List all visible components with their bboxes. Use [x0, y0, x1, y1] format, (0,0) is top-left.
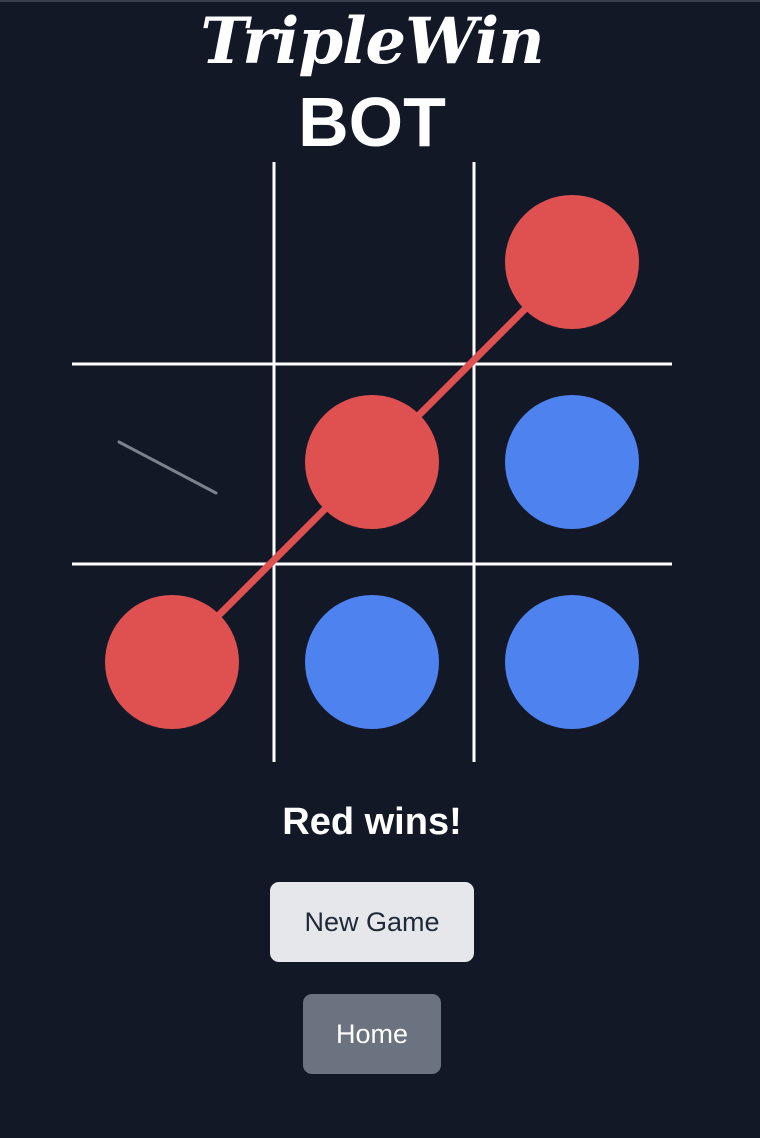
app-logo: TripleWin [200, 4, 544, 79]
board-cell-3-3[interactable] [472, 562, 672, 762]
game-board [72, 162, 672, 762]
board-cell-1-3[interactable] [472, 162, 672, 362]
home-button[interactable]: Home [303, 994, 441, 1074]
page-subtitle: BOT [298, 83, 446, 161]
board-cell-2-3[interactable] [472, 362, 672, 562]
board-cell-2-2[interactable] [272, 362, 472, 562]
board-cell-2-1[interactable] [72, 362, 272, 562]
board-cell-1-1[interactable] [72, 162, 272, 362]
board-cell-3-2[interactable] [272, 562, 472, 762]
board-cell-3-1[interactable] [72, 562, 272, 762]
game-status: Red wins! [282, 801, 462, 843]
new-game-button[interactable]: New Game [270, 882, 474, 962]
board-cell-1-2[interactable] [272, 162, 472, 362]
